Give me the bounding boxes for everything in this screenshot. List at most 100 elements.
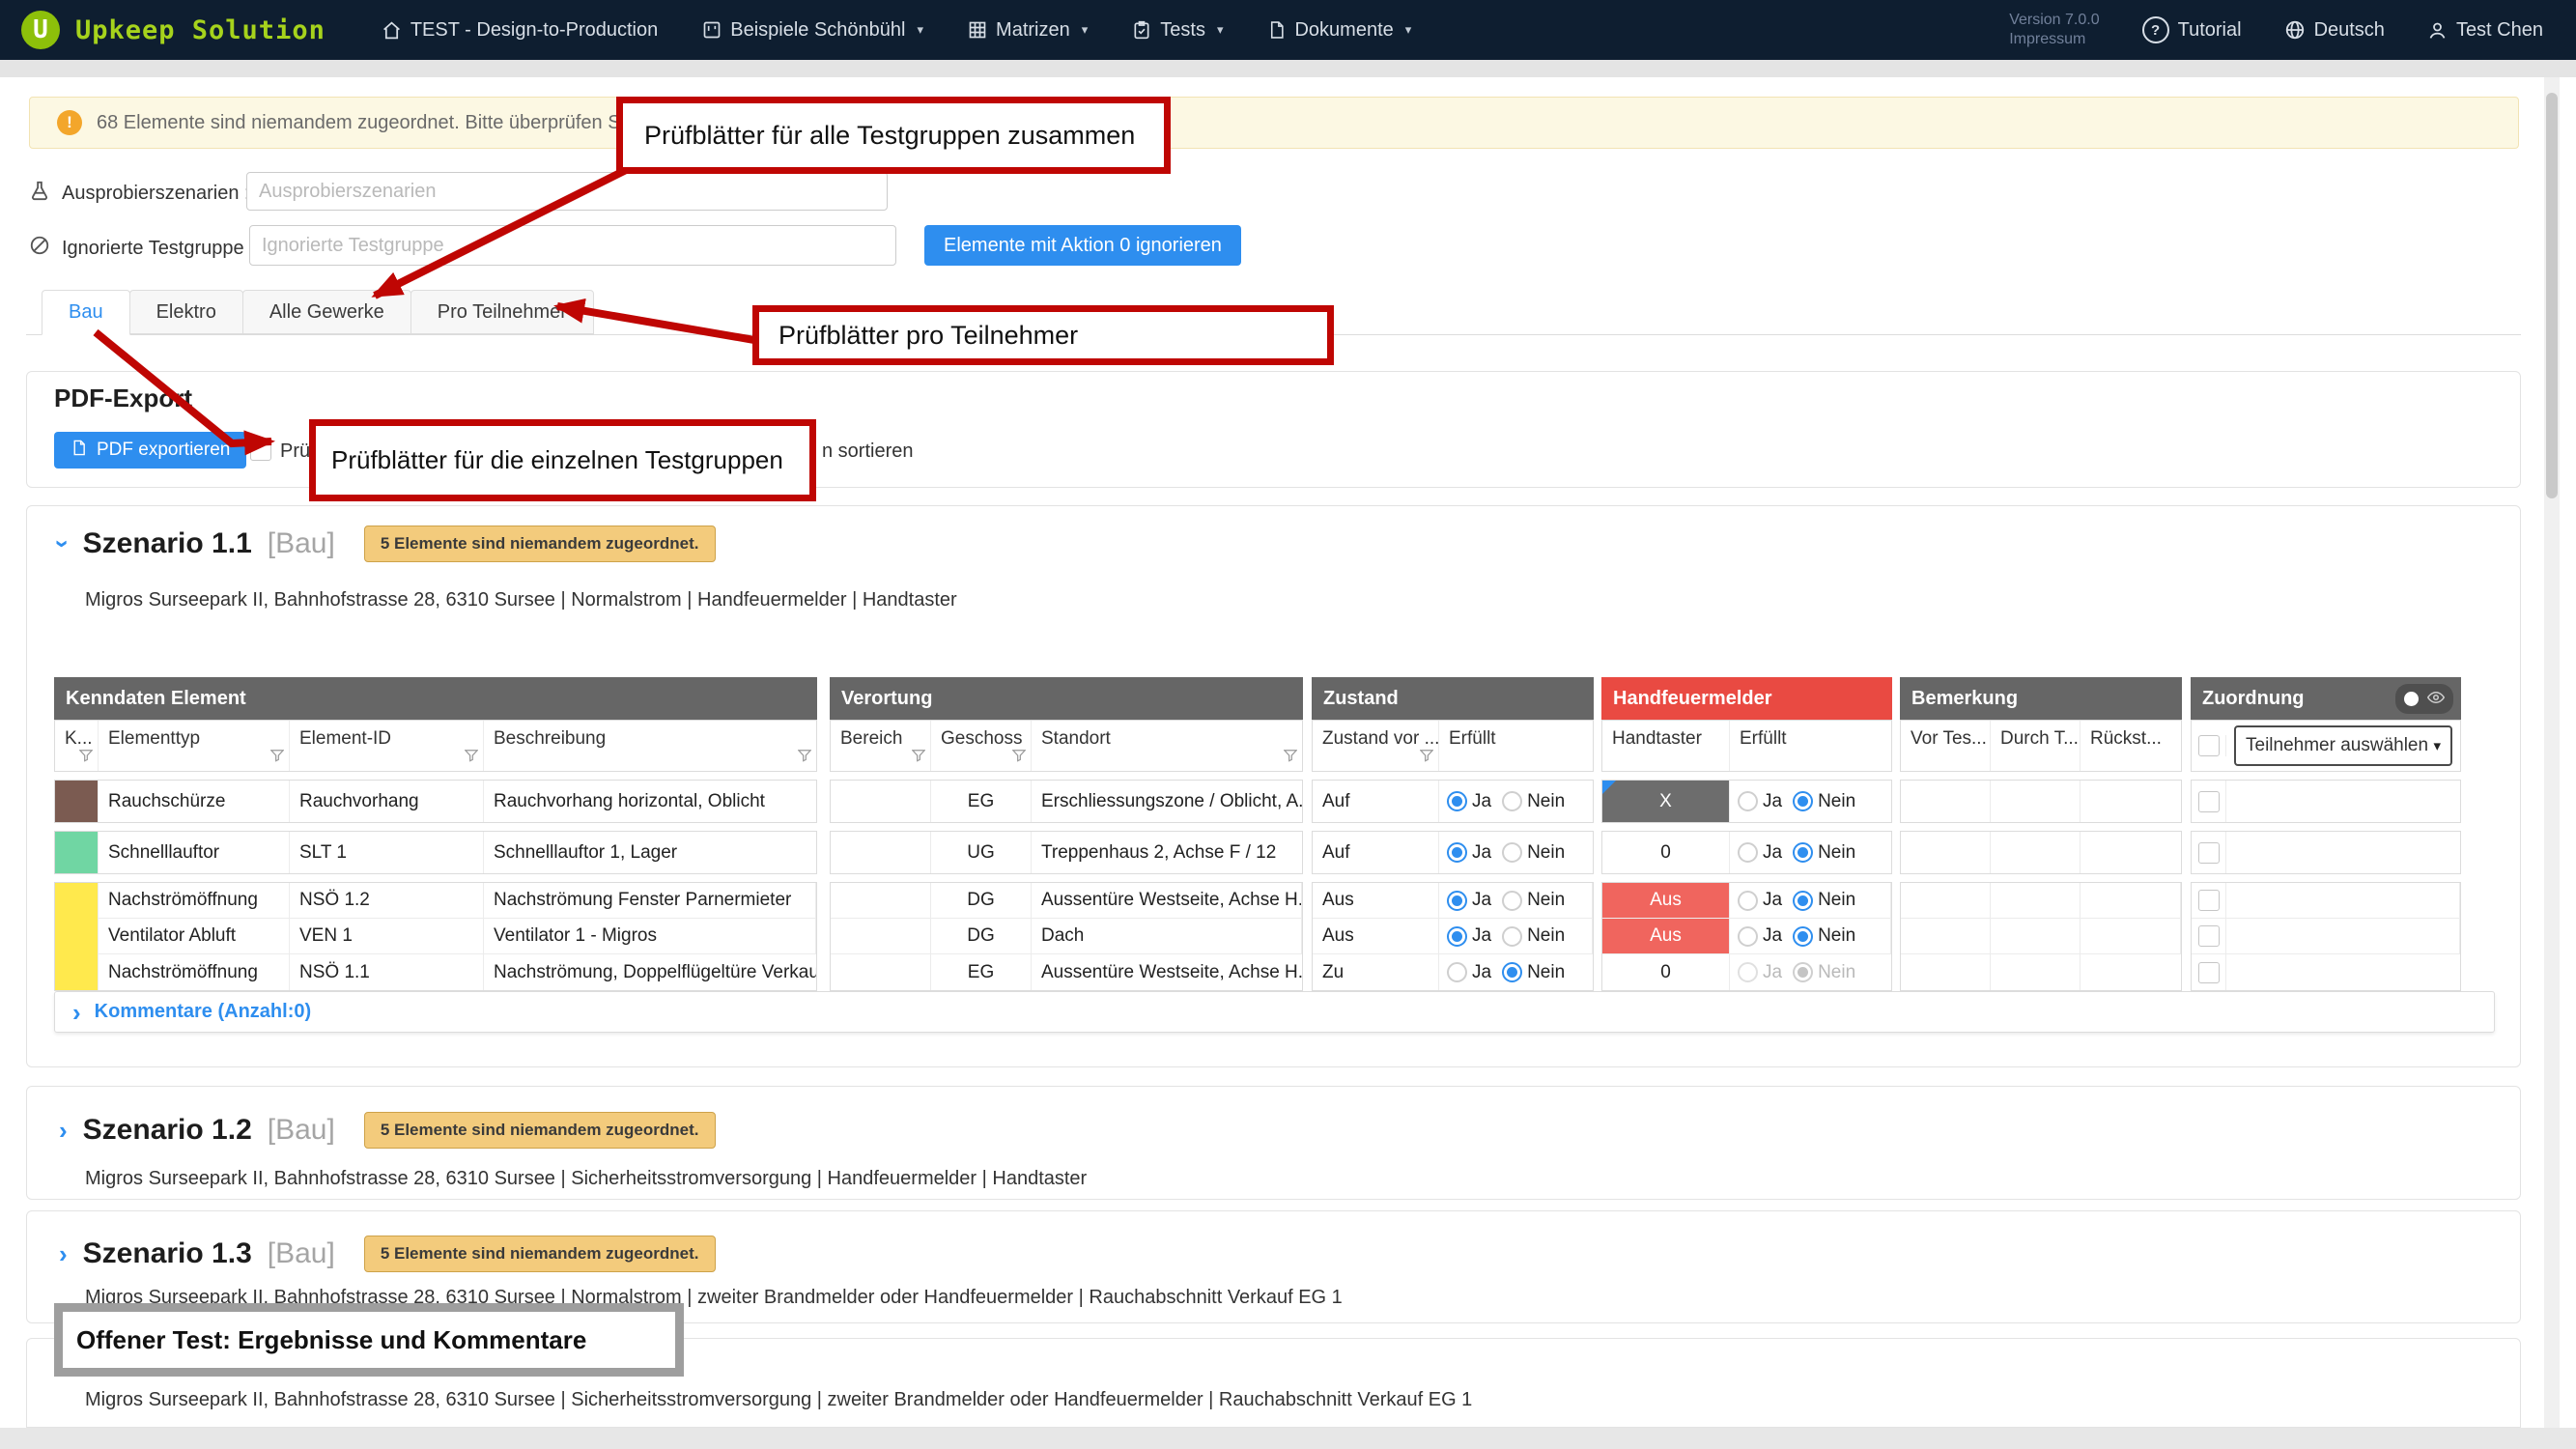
eye-icon[interactable] [2427,688,2445,710]
bemerkung-field[interactable] [2081,781,2181,822]
tab-pro-teilnehmer[interactable]: Pro Teilnehmer [410,290,594,334]
assign-checkbox[interactable] [2198,842,2220,864]
radio-ja[interactable]: Ja [1738,962,1782,983]
impressum-link[interactable]: Impressum [2009,30,2099,49]
assignment-field[interactable] [2226,781,2460,822]
scenario-filter-input[interactable] [246,172,888,211]
bemerkung-field[interactable] [1991,954,2081,990]
filter-icon[interactable] [465,747,478,768]
assign-checkbox[interactable] [2198,925,2220,947]
scrollbar-thumb[interactable] [2546,93,2558,498]
radio-nein[interactable]: Nein [1793,962,1855,983]
handtaster-cell[interactable]: 0 [1602,832,1730,873]
radio-nein[interactable]: Nein [1502,925,1565,947]
filter-icon[interactable] [270,747,284,768]
filter-icon[interactable] [912,747,925,768]
ignored-group-input[interactable] [249,225,896,266]
tab-elektro[interactable]: Elektro [129,290,243,334]
handtaster-cell[interactable]: X [1602,781,1730,822]
bemerkung-field[interactable] [1901,919,1991,954]
radio-nein[interactable]: Nein [1502,890,1565,911]
handtaster-cell[interactable]: Aus [1602,883,1730,919]
table-row [1900,780,2182,823]
radio-nein[interactable]: Nein [1502,962,1565,983]
bemerkung-field[interactable] [1901,883,1991,919]
filter-icon[interactable] [1012,747,1026,768]
tutorial-link[interactable]: ? Tutorial [2142,16,2242,43]
grid-icon [968,20,987,40]
nav-item-beispiele[interactable]: Beispiele Schönbühl ▾ [702,19,923,42]
filter-icon[interactable] [1420,747,1433,768]
bemerkung-field[interactable] [1991,832,2081,873]
filter-icon[interactable] [79,747,93,768]
bemerkung-field[interactable] [1901,832,1991,873]
bemerkung-field[interactable] [2081,919,2181,954]
filter-icon[interactable] [798,747,811,768]
assign-checkbox[interactable] [2198,962,2220,983]
bemerkung-field[interactable] [1991,919,2081,954]
nav-item-dokumente[interactable]: Dokumente ▾ [1267,19,1411,42]
radio-ja[interactable]: Ja [1447,890,1491,911]
nav-item-matrizen[interactable]: Matrizen ▾ [968,19,1088,42]
assignment-field[interactable] [2226,832,2460,873]
filter-icon[interactable] [1284,747,1297,768]
assignment-field[interactable] [2226,954,2460,990]
bemerkung-field[interactable] [1991,883,2081,919]
standort-cell: Aussentüre Westseite, Achse H... [1032,883,1302,919]
toggle-icon[interactable] [2404,692,2419,706]
assignment-field[interactable] [2226,883,2460,919]
radio-nein[interactable]: Nein [1793,791,1855,812]
bemerkung-field[interactable] [1991,781,2081,822]
assign-checkbox[interactable] [2198,791,2220,812]
erfuellt-radio-group: Ja Nein [1730,832,1891,873]
tab-alle-gewerke[interactable]: Alle Gewerke [242,290,411,334]
language-switcher[interactable]: Deutsch [2284,19,2385,42]
nav-item-label: TEST - Design-to-Production [410,19,658,42]
ignore-action-button[interactable]: Elemente mit Aktion 0 ignorieren [924,225,1241,266]
radio-nein[interactable]: Nein [1793,890,1855,911]
radio-nein[interactable]: Nein [1502,791,1565,812]
tab-bau[interactable]: Bau [42,290,130,335]
comments-toggle[interactable]: › Kommentare (Anzahl:0) [54,991,2495,1033]
radio-icon [1738,791,1758,811]
assign-checkbox[interactable] [2198,890,2220,911]
radio-ja[interactable]: Ja [1447,842,1491,864]
handtaster-cell[interactable]: 0 [1602,954,1730,990]
chevron-down-icon[interactable]: › [50,540,75,549]
radio-icon [1738,891,1758,911]
nav-item-home[interactable]: TEST - Design-to-Production [382,19,658,42]
radio-ja[interactable]: Ja [1738,890,1782,911]
radio-ja[interactable]: Ja [1447,791,1491,812]
bemerkung-field[interactable] [2081,954,2181,990]
version-label: Version 7.0.0 [2009,11,2099,30]
clipboard-check-icon [1132,20,1151,40]
radio-nein[interactable]: Nein [1793,925,1855,947]
pdf-export-button[interactable]: PDF exportieren [54,432,246,469]
bemerkung-field[interactable] [2081,832,2181,873]
radio-nein[interactable]: Nein [1793,842,1855,864]
col-header-standort: Standort [1032,721,1302,771]
radio-ja[interactable]: Ja [1738,842,1782,864]
bemerkung-field[interactable] [1901,954,1991,990]
chevron-right-icon[interactable]: › [59,1118,68,1143]
scenario-filter-label: Ausprobierszenarien : [29,180,250,207]
beschreibung-cell: Schnelllauftor 1, Lager [484,832,816,873]
nav-item-tests[interactable]: Tests ▾ [1132,19,1223,42]
app-logo-icon[interactable]: U [21,11,60,49]
sort-checkbox[interactable] [250,440,271,461]
participant-select[interactable]: Teilnehmer auswählen ▾ [2234,725,2452,766]
radio-ja[interactable]: Ja [1447,962,1491,983]
chevron-right-icon[interactable]: › [59,1241,68,1266]
bemerkung-field[interactable] [1901,781,1991,822]
bemerkung-field[interactable] [2081,883,2181,919]
assign-all-checkbox[interactable] [2198,735,2220,756]
radio-nein[interactable]: Nein [1502,842,1565,864]
radio-ja[interactable]: Ja [1447,925,1491,947]
radio-ja[interactable]: Ja [1738,791,1782,812]
group-header: Handfeuermelder [1601,677,1892,720]
handtaster-cell[interactable]: Aus [1602,919,1730,954]
group-header: Zuordnung [2191,677,2461,720]
user-menu[interactable]: Test Chen [2427,19,2543,42]
assignment-field[interactable] [2226,919,2460,954]
radio-ja[interactable]: Ja [1738,925,1782,947]
